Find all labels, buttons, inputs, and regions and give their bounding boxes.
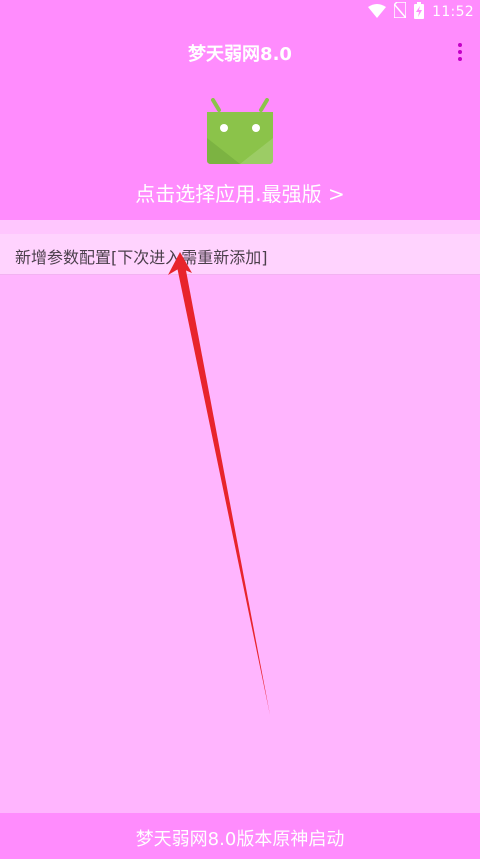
no-sim-icon (393, 1, 407, 22)
select-app-label: 点击选择应用.最强版 > (135, 182, 345, 206)
status-bar: 11:52 (0, 0, 480, 24)
list-item-label: 新增参数配置[下次进入需重新添加] (15, 248, 268, 267)
wifi-icon (368, 3, 387, 22)
select-app-panel[interactable]: 点击选择应用.最强版 > (0, 80, 480, 220)
app-title: 梦天弱网8.0 (188, 44, 292, 65)
list-item-add-config[interactable]: 新增参数配置[下次进入需重新添加] (0, 234, 480, 275)
bottom-launch-bar[interactable]: 梦天弱网8.0版本原神启动 (0, 813, 480, 859)
bottom-bar-label: 梦天弱网8.0版本原神启动 (135, 829, 345, 850)
android-icon[interactable] (205, 98, 275, 170)
app-bar: 梦天弱网8.0 (0, 24, 480, 80)
status-time: 11:52 (432, 4, 474, 20)
battery-charging-icon (414, 1, 425, 23)
status-icons: 11:52 (368, 1, 474, 23)
overflow-menu-icon[interactable] (450, 38, 470, 66)
separator (0, 220, 480, 234)
